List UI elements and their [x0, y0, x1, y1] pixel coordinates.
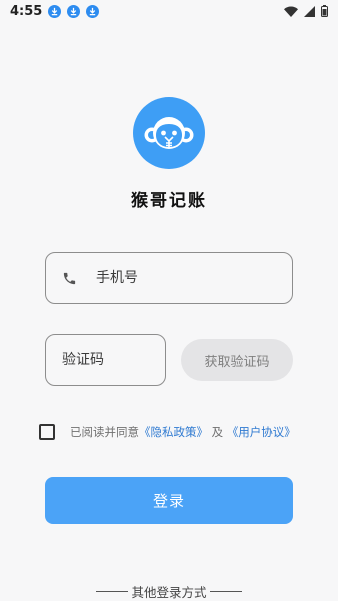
agreement-text: 已阅读并同意《隐私政策》 及 《用户协议》 [70, 424, 296, 440]
get-code-button[interactable]: 获取验证码 [181, 339, 293, 381]
phone-icon [60, 269, 78, 287]
divider-line-left [96, 591, 129, 592]
app-name: 猴哥记账 [131, 191, 207, 211]
code-input[interactable] [60, 351, 159, 369]
app-logo [133, 97, 205, 169]
user-agreement-link[interactable]: 《用户协议》 [227, 425, 296, 439]
wifi-icon [284, 2, 298, 21]
privacy-policy-link[interactable]: 《隐私政策》 [139, 425, 208, 439]
download-icon [86, 4, 100, 18]
phone-field[interactable] [45, 252, 293, 304]
status-bar: 4:55 [0, 0, 338, 22]
download-icon [67, 4, 81, 18]
code-field[interactable] [45, 334, 166, 386]
other-login-section: 其他登录方式 [0, 582, 338, 601]
battery-icon [321, 2, 328, 21]
divider-line-right [209, 591, 242, 592]
and-text: 及 [211, 425, 224, 439]
other-login-label: 其他登录方式 [131, 585, 207, 600]
phone-input[interactable] [94, 269, 278, 287]
agree-prefix: 已阅读并同意 [70, 425, 139, 439]
status-time: 4:55 [10, 3, 43, 19]
status-left: 4:55 [10, 3, 100, 19]
signal-icon [304, 2, 315, 21]
agreement-row: 已阅读并同意《隐私政策》 及 《用户协议》 [39, 422, 309, 442]
download-icon [48, 4, 62, 18]
agree-checkbox[interactable] [39, 424, 55, 440]
status-right [284, 2, 328, 21]
monkey-logo-icon [144, 117, 194, 149]
login-button[interactable]: 登录 [45, 477, 293, 524]
